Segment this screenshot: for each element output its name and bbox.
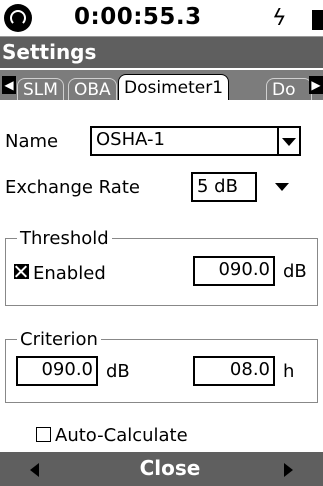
threshold-title: Threshold (17, 228, 112, 249)
page-title: Settings (0, 37, 323, 68)
exchange-rate-label: Exchange Rate (5, 177, 140, 198)
name-dropdown-button[interactable] (277, 128, 299, 154)
tab-bar: ◀ SLM OBA Dosimeter1 Do ▶ (0, 70, 323, 100)
threshold-input[interactable]: 090.0 (193, 256, 275, 286)
tab-dosimeter1[interactable]: Dosimeter1 (118, 74, 230, 100)
nav-left-icon[interactable] (30, 463, 39, 477)
name-label: Name (5, 131, 59, 152)
threshold-enabled-checkbox[interactable] (14, 264, 29, 279)
battery-icon (312, 10, 323, 30)
criterion-time-input[interactable]: 08.0 (193, 356, 275, 386)
chevron-down-icon (282, 138, 296, 146)
app-logo-icon (4, 4, 32, 32)
criterion-time-unit: h (283, 361, 295, 382)
lightning-bolt-icon: ϟ (272, 6, 287, 31)
criterion-level-input[interactable]: 090.0 (16, 356, 98, 386)
tab-oba[interactable]: OBA (68, 78, 117, 100)
tab-scroll-left-icon[interactable]: ◀ (2, 76, 16, 94)
auto-calculate-checkbox[interactable] (36, 427, 51, 442)
threshold-enabled-label: Enabled (33, 263, 106, 284)
nav-right-icon[interactable] (284, 463, 293, 477)
tab-slm[interactable]: SLM (17, 78, 64, 100)
status-bar: 0:00:55.3 ϟ (0, 0, 323, 37)
auto-calculate-label: Auto-Calculate (55, 425, 188, 446)
elapsed-timer: 0:00:55.3 (74, 4, 202, 30)
bottom-bar: Close (0, 452, 323, 486)
chevron-down-icon (275, 183, 289, 191)
name-dropdown[interactable]: OSHA-1 (90, 126, 301, 156)
exchange-rate-value: 5 dB (197, 176, 238, 197)
threshold-unit: dB (283, 261, 307, 282)
criterion-title: Criterion (17, 329, 101, 350)
tab-scroll-right-icon[interactable]: ▶ (309, 76, 323, 94)
criterion-level-unit: dB (106, 361, 130, 382)
exchange-rate-dropdown[interactable]: 5 dB (191, 172, 301, 202)
tab-dosimeter2-partial[interactable]: Do (266, 78, 312, 100)
close-button[interactable]: Close (130, 456, 210, 480)
name-value: OSHA-1 (96, 129, 165, 150)
